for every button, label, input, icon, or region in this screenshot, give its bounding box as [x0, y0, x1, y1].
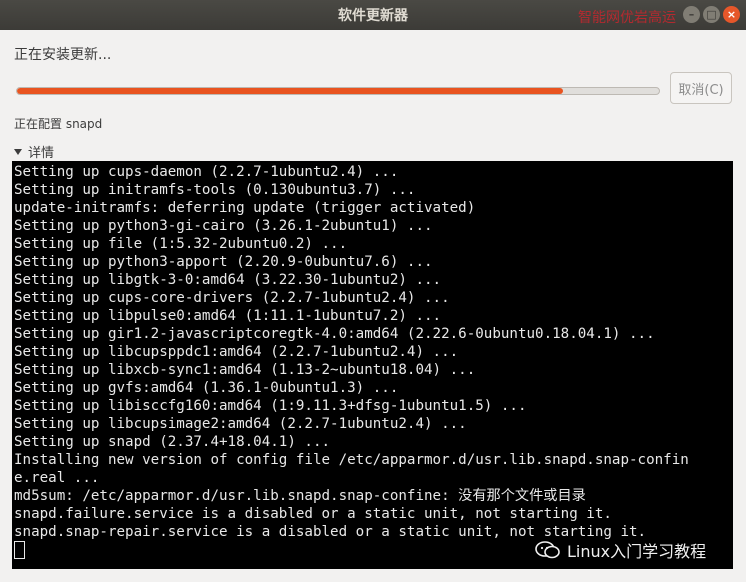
terminal-line: Setting up libcupsppdc1:amd64 (2.2.7-1ub… — [14, 344, 459, 360]
terminal-line: Setting up initramfs-tools (0.130ubuntu3… — [14, 182, 416, 198]
terminal-line: Installing new version of config file /e… — [14, 452, 689, 468]
terminal-line: snapd.failure.service is a disabled or a… — [14, 506, 612, 522]
terminal-line: Setting up cups-daemon (2.2.7-1ubuntu2.4… — [14, 164, 399, 180]
expander-triangle-icon — [14, 148, 22, 155]
maximize-icon[interactable]: □ — [703, 6, 720, 23]
terminal-line: Setting up file (1:5.32-2ubuntu0.2) ... — [14, 236, 348, 252]
terminal-line: Setting up libxcb-sync1:amd64 (1.13-2~ub… — [14, 362, 476, 378]
terminal-output[interactable]: Setting up cups-daemon (2.2.7-1ubuntu2.4… — [12, 161, 733, 569]
badge-text: Linux入门学习教程 — [567, 542, 707, 561]
cancel-button[interactable]: 取消(C) — [670, 72, 732, 104]
terminal-line: Setting up python3-apport (2.20.9-0ubunt… — [14, 254, 433, 270]
terminal-line: e.real ... — [14, 470, 100, 486]
minimize-icon[interactable]: – — [683, 6, 700, 23]
terminal-line: Setting up libcupsimage2:amd64 (2.2.7-1u… — [14, 416, 467, 432]
terminal-line: Setting up python3-gi-cairo (3.26.1-2ubu… — [14, 218, 433, 234]
progress-fill — [17, 88, 563, 94]
wechat-icon — [535, 541, 560, 559]
terminal-line: Setting up gir1.2-javascriptcoregtk-4.0:… — [14, 326, 655, 342]
window-controls: – □ × — [683, 6, 740, 23]
terminal-line: update-initramfs: deferring update (trig… — [14, 200, 476, 216]
details-expander[interactable]: 详情 — [14, 142, 54, 161]
close-icon[interactable]: × — [723, 6, 740, 23]
terminal-line: Setting up gvfs:amd64 (1.36.1-0ubuntu1.3… — [14, 380, 399, 396]
watermark-badge: Linux入门学习教程 — [535, 538, 706, 562]
status-heading: 正在安装更新... — [14, 47, 112, 63]
current-action-label: 正在配置 snapd — [14, 117, 103, 131]
title-bar[interactable]: 软件更新器 智能网优岩高运 – □ × — [0, 0, 746, 30]
terminal-line: md5sum: /etc/apparmor.d/usr.lib.snapd.sn… — [14, 488, 586, 504]
window-title: 软件更新器 — [338, 8, 408, 24]
details-label: 详情 — [28, 146, 55, 161]
terminal-line: Setting up libisccfg160:amd64 (1:9.11.3+… — [14, 398, 527, 414]
terminal-line: Setting up cups-core-drivers (2.2.7-1ubu… — [14, 290, 450, 306]
terminal-line: Setting up libpulse0:amd64 (1:11.1-1ubun… — [14, 308, 442, 324]
software-updater-window: 软件更新器 智能网优岩高运 – □ × 正在安装更新... 取消(C) 正在配置… — [0, 0, 746, 582]
terminal-line: Setting up libgtk-3-0:amd64 (3.22.30-1ub… — [14, 272, 442, 288]
terminal-line: Setting up snapd (2.37.4+18.04.1) ... — [14, 434, 331, 450]
terminal-cursor — [14, 541, 25, 559]
watermark-text: 智能网优岩高运 — [578, 10, 676, 26]
install-progress-bar — [16, 87, 660, 95]
